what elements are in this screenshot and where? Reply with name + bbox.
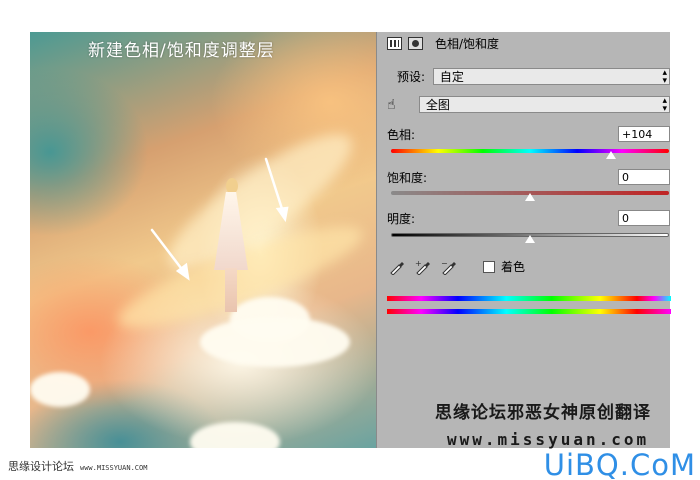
select-arrows-icon: ▴ ▾: [662, 68, 667, 86]
preset-select[interactable]: 自定 ▴ ▾: [432, 68, 670, 86]
artwork-image: 新建色相/饱和度调整层: [30, 32, 376, 448]
panel-header: 色相/饱和度: [387, 34, 671, 52]
saturation-value-field[interactable]: 0: [618, 169, 670, 185]
input-color-ramp: [387, 296, 671, 301]
panel-title: 色相/饱和度: [435, 36, 500, 51]
footer-credit: 思缘设计论坛 www.MISSYUAN.COM: [8, 458, 147, 474]
watermark-url: www.missyuan.com: [447, 430, 650, 449]
layer-mask-icon[interactable]: [408, 36, 423, 50]
preset-row: 预设: 自定 ▴ ▾: [387, 68, 670, 86]
preset-label: 预设:: [397, 70, 426, 84]
colorize-checkbox[interactable]: [483, 260, 495, 273]
lightness-row: 明度: 0: [387, 210, 670, 226]
artwork-caption: 新建色相/饱和度调整层: [88, 41, 275, 61]
footer-site-name: 思缘设计论坛: [8, 460, 74, 473]
saturation-row: 饱和度: 0: [387, 169, 670, 185]
arrow-right-head: [275, 206, 289, 223]
eyedropper-minus-icon[interactable]: −: [441, 259, 457, 275]
hue-label: 色相:: [387, 127, 416, 142]
annotation-arrows: [150, 157, 289, 281]
hue-value-field[interactable]: +104: [618, 126, 670, 142]
brand-logo-text: UiBQ.CoM: [543, 448, 696, 480]
saturation-label: 饱和度:: [387, 170, 428, 185]
eyedropper-plus-icon[interactable]: +: [415, 259, 431, 275]
arrow-left: [150, 228, 186, 274]
eyedropper-icon[interactable]: [389, 259, 405, 275]
footer-site-url: www.MISSYUAN.COM: [80, 464, 148, 472]
channel-value: 全图: [425, 98, 450, 112]
svg-text:+: +: [415, 259, 422, 268]
channel-row: ☝ 全图 ▴ ▾: [387, 96, 670, 114]
colorize-label: 着色: [501, 260, 526, 274]
preset-value: 自定: [439, 70, 464, 84]
hue-slider-track[interactable]: [391, 149, 669, 153]
hue-saturation-panel: 色相/饱和度 预设: 自定 ▴ ▾ ☝ 全图 ▴ ▾ 色相: +104 饱和度: 0…: [376, 32, 671, 449]
adjustment-layer-icon[interactable]: [387, 36, 402, 50]
lightness-label: 明度:: [387, 211, 416, 226]
arrow-right: [264, 157, 285, 214]
lightness-slider-thumb[interactable]: [525, 235, 535, 243]
hue-slider-thumb[interactable]: [605, 151, 616, 159]
output-color-ramp: [387, 309, 671, 314]
svg-text:−: −: [441, 259, 448, 268]
channel-select[interactable]: 全图 ▴ ▾: [418, 96, 670, 114]
saturation-slider-thumb[interactable]: [525, 193, 535, 201]
select-arrows-icon: ▴ ▾: [662, 96, 667, 114]
eyedropper-tools: + − 着色: [389, 258, 525, 275]
lightness-value-field[interactable]: 0: [618, 210, 670, 226]
watermark-title: 思缘论坛邪恶女神原创翻译: [435, 403, 651, 423]
hand-tool-icon[interactable]: ☝: [387, 97, 419, 113]
hue-row: 色相: +104: [387, 126, 670, 142]
